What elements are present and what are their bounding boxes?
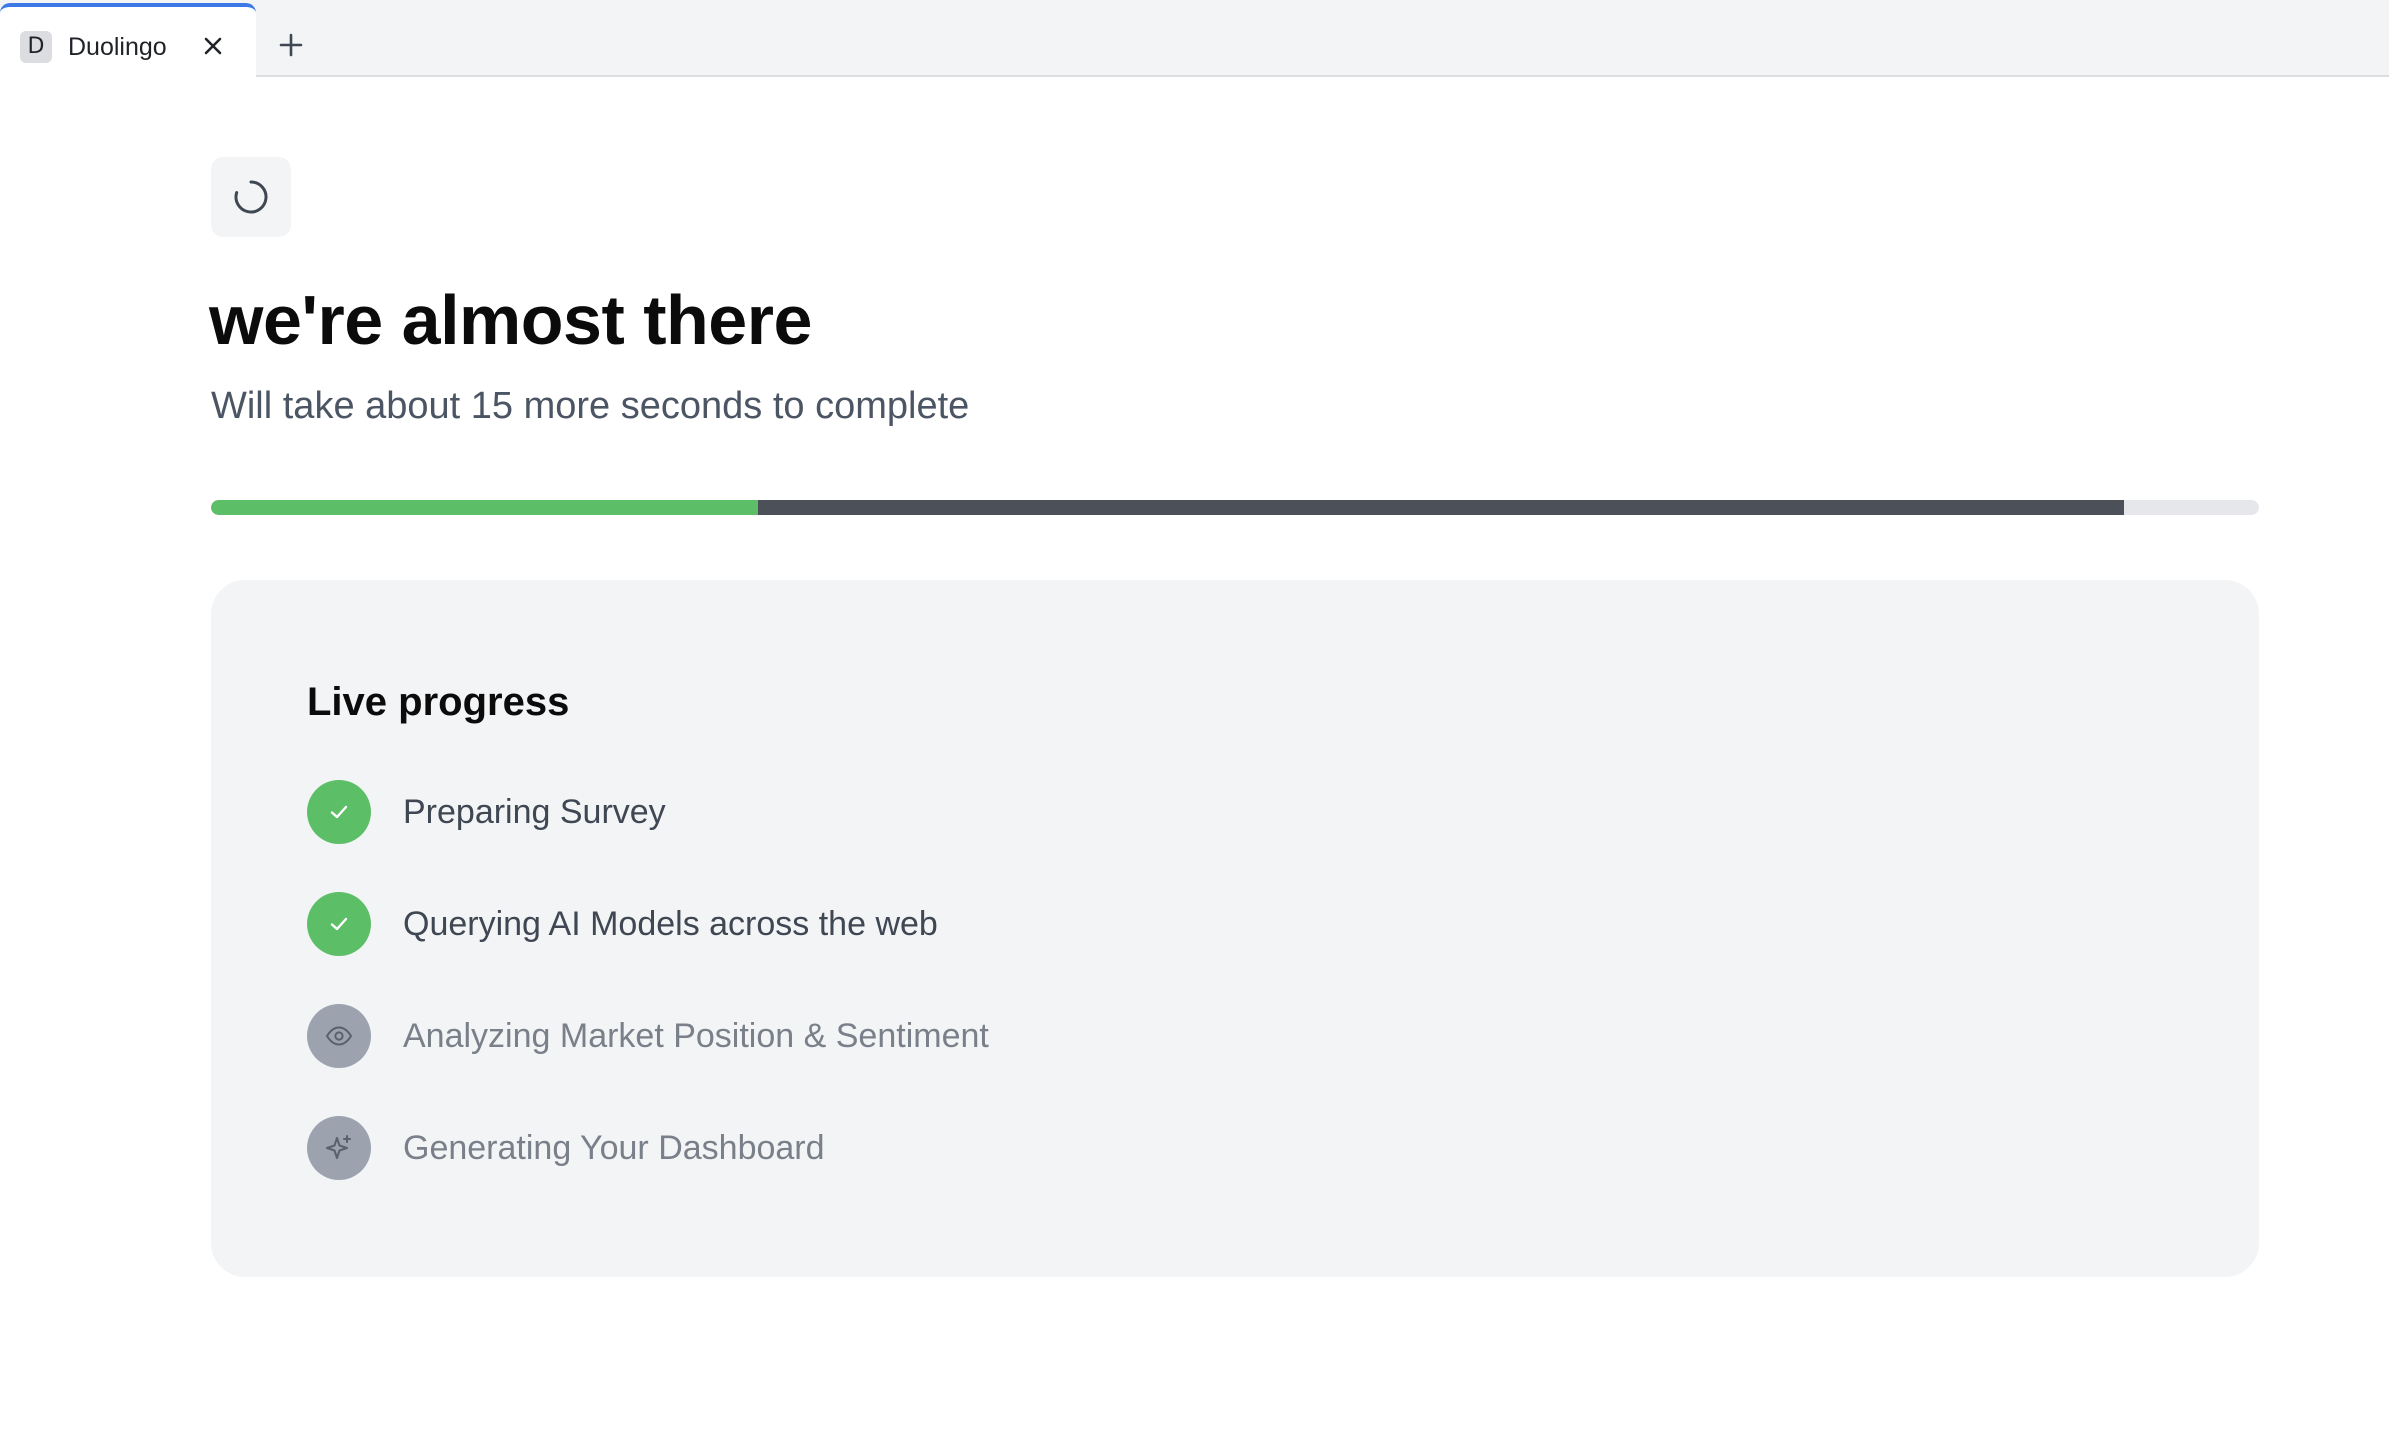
sparkle-icon <box>326 1135 351 1159</box>
eye-icon <box>326 1026 352 1046</box>
progress-step-querying-ai-models: Querying AI Models across the web <box>307 892 1507 956</box>
check-icon <box>330 917 348 931</box>
live-progress-card: Live progress Preparing Survey Querying … <box>211 580 2259 1277</box>
step-status-done <box>307 780 371 844</box>
browser-tab-strip: D Duolingo <box>0 0 2389 78</box>
tab-title: Duolingo <box>68 33 167 61</box>
tab-close-icon[interactable] <box>198 31 228 61</box>
new-tab-plus-icon[interactable] <box>276 30 306 60</box>
step-status-pending <box>307 1004 371 1068</box>
step-label: Analyzing Market Position & Sentiment <box>403 1017 989 1055</box>
loading-spinner <box>211 157 291 237</box>
step-status-done <box>307 892 371 956</box>
progress-bar-in-progress <box>757 500 2124 515</box>
step-label: Querying AI Models across the web <box>403 905 938 943</box>
progress-step-generating-dashboard: Generating Your Dashboard <box>307 1116 1507 1180</box>
check-icon <box>330 805 348 819</box>
progress-bar-completed <box>211 500 758 515</box>
progress-step-analyzing-market: Analyzing Market Position & Sentiment <box>307 1004 1507 1068</box>
step-status-pending <box>307 1116 371 1180</box>
browser-tab-duolingo[interactable]: D Duolingo <box>0 3 256 78</box>
tab-favicon-icon: D <box>20 31 52 63</box>
progress-bar <box>211 500 2259 515</box>
page-subtitle: Will take about 15 more seconds to compl… <box>211 385 970 427</box>
live-progress-title: Live progress <box>307 680 570 724</box>
step-label: Generating Your Dashboard <box>403 1129 825 1167</box>
page-title: we're almost there <box>209 281 812 359</box>
step-label: Preparing Survey <box>403 793 666 831</box>
spinner-icon <box>234 180 268 214</box>
progress-step-preparing-survey: Preparing Survey <box>307 780 1507 844</box>
